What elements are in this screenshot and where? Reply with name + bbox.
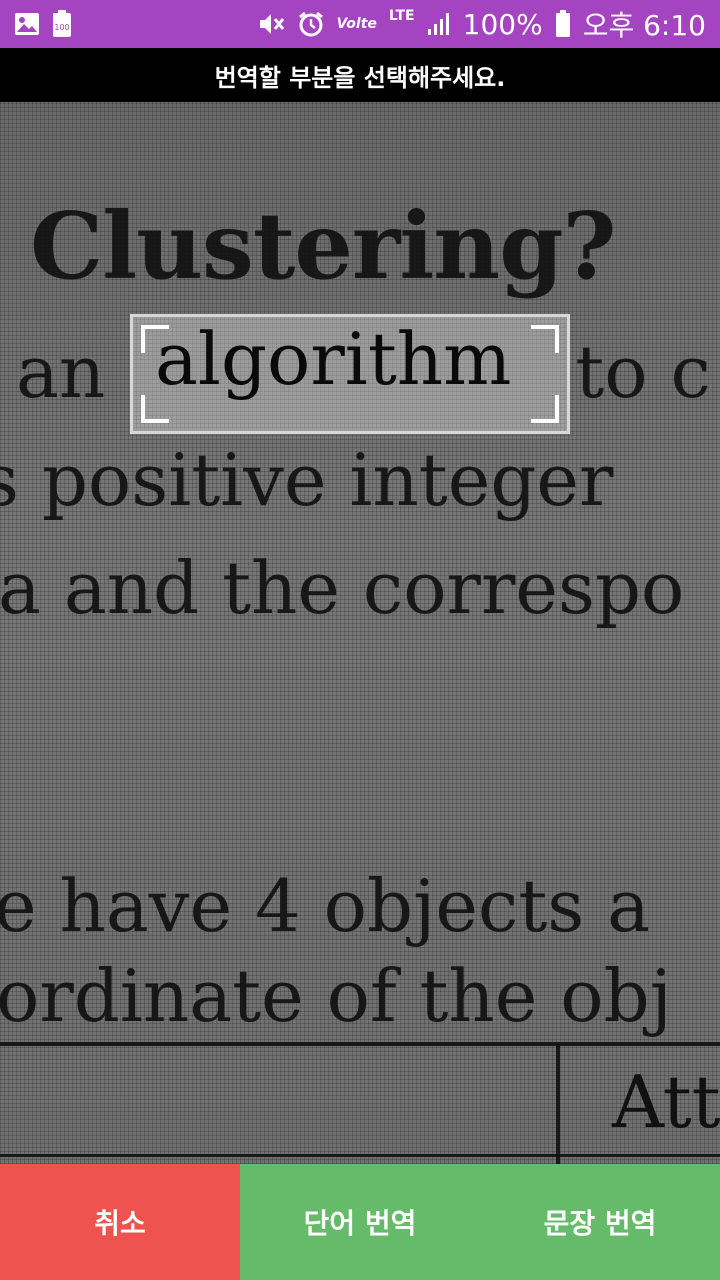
document-line-2: s positive integer <box>0 438 614 522</box>
svg-text:100: 100 <box>54 23 69 32</box>
status-right: Volte LTE 100% 오후 6:10 <box>258 4 706 44</box>
word-translate-button[interactable]: 단어 번역 <box>240 1164 480 1280</box>
table-divider <box>556 1044 560 1164</box>
bottom-action-bar: 취소 단어 번역 문장 번역 <box>0 1164 720 1280</box>
cancel-button[interactable]: 취소 <box>0 1164 240 1280</box>
signal-icon <box>427 12 451 36</box>
lte-label: LTE <box>388 8 415 24</box>
gallery-icon <box>14 12 40 36</box>
selected-word: algorithm <box>155 317 512 401</box>
instruction-banner: 번역할 부분을 선택해주세요. <box>0 48 720 102</box>
selection-handle-bottom-left[interactable] <box>141 395 169 423</box>
table-border-bottom <box>0 1154 720 1157</box>
mute-icon <box>258 11 286 37</box>
document-line-5: ordinate of the obj <box>0 954 673 1038</box>
status-bar: 100 Volte LTE 100% 오후 6:10 <box>0 0 720 48</box>
selection-handle-bottom-right[interactable] <box>531 395 559 423</box>
battery-icon <box>555 10 571 38</box>
document-line-1-left: an <box>16 330 106 414</box>
selection-box[interactable]: algorithm <box>130 314 570 434</box>
selection-handle-top-right[interactable] <box>531 325 559 353</box>
status-left: 100 <box>14 10 72 38</box>
clock: 오후 6:10 <box>582 9 706 42</box>
document-line-1-right: to c <box>575 330 711 414</box>
camera-preview[interactable]: Clustering? an to c s positive integer a … <box>0 102 720 1164</box>
selection-handle-top-left[interactable] <box>141 325 169 353</box>
volte-label: Volte <box>336 16 377 32</box>
sentence-translate-button[interactable]: 문장 번역 <box>480 1164 720 1280</box>
battery-notification-icon: 100 <box>52 10 72 38</box>
battery-percent: 100% <box>462 7 543 41</box>
alarm-icon <box>298 11 324 37</box>
table-header-cell: Att <box>612 1060 720 1144</box>
document-line-3: a and the correspo <box>0 546 685 630</box>
document-title: Clustering? <box>30 192 616 300</box>
document-line-4: e have 4 objects a <box>0 864 651 948</box>
table-border-top <box>0 1042 720 1046</box>
